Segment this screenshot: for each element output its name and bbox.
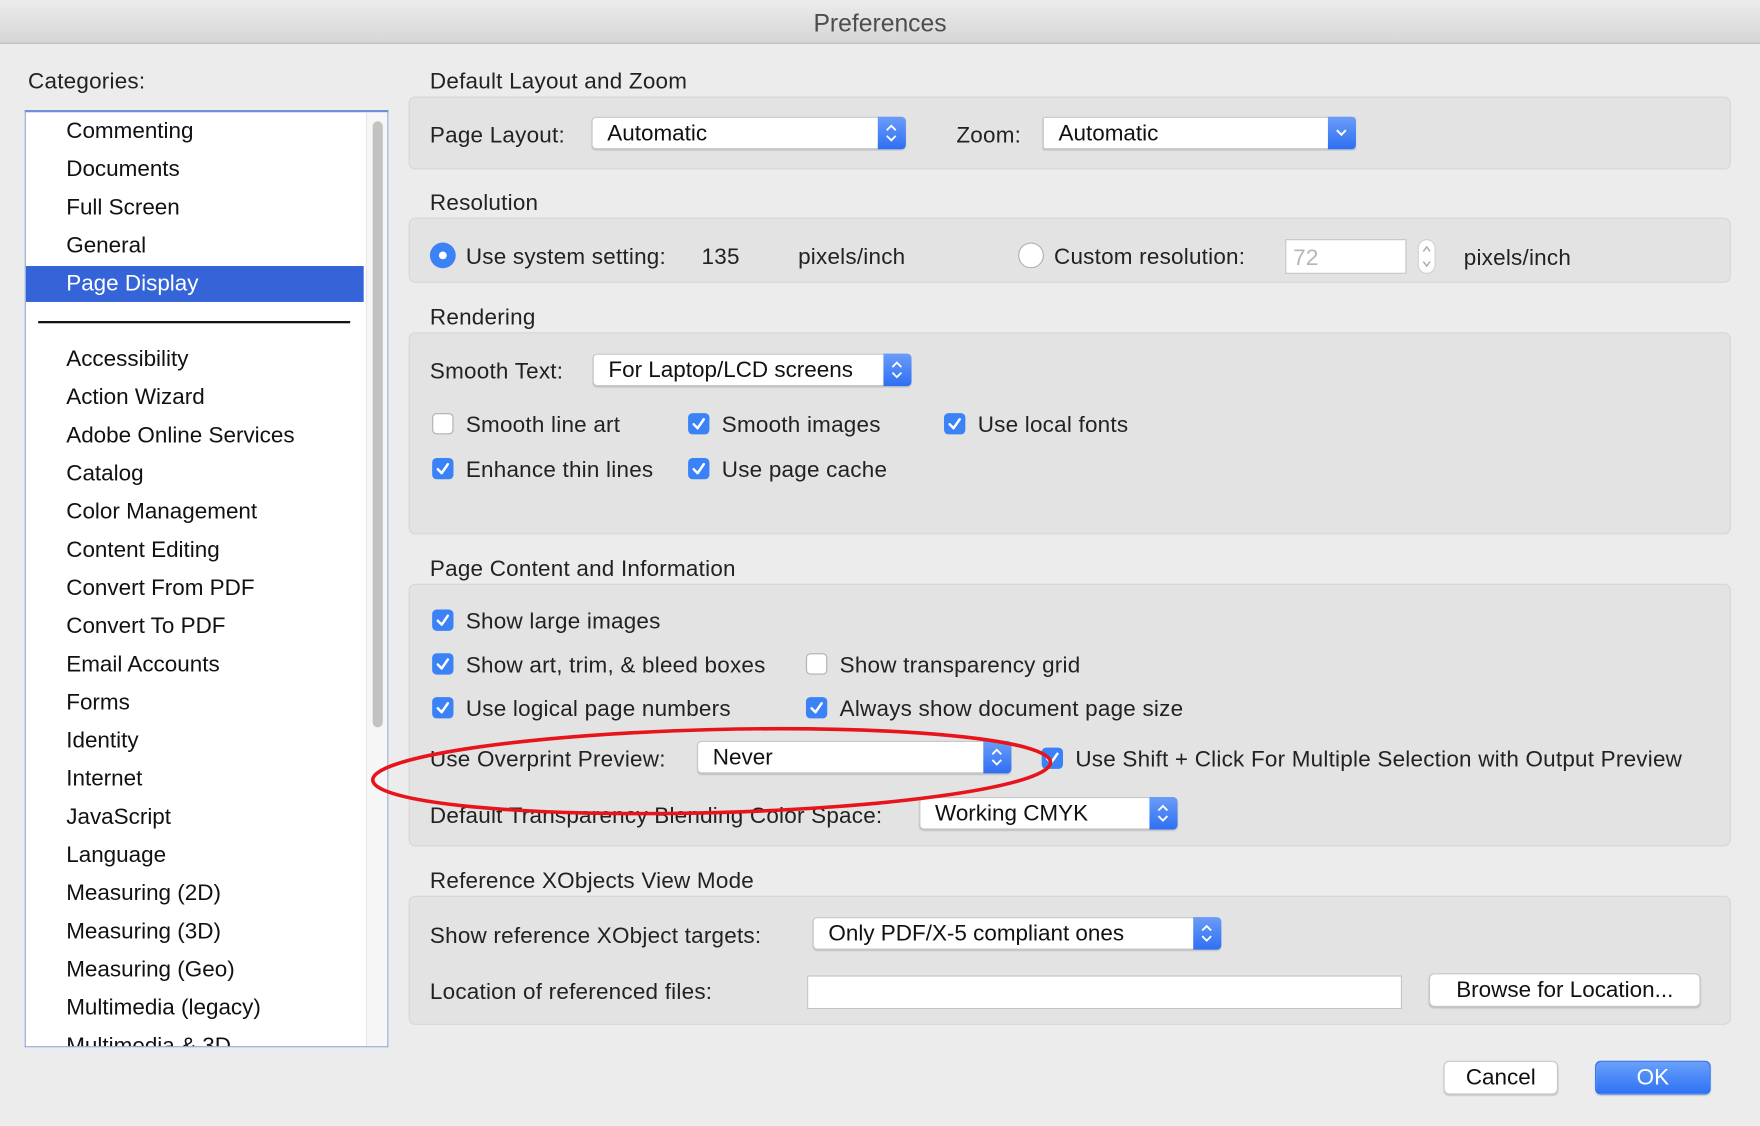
enhance-thin-lines-label: Enhance thin lines — [466, 457, 654, 484]
section-heading-resolution: Resolution — [430, 190, 538, 217]
up-down-chevron-icon — [878, 117, 906, 150]
custom-resolution-input[interactable]: 72 — [1285, 239, 1406, 274]
use-system-setting-label: Use system setting: — [466, 244, 666, 271]
red-annotation-ellipse — [359, 713, 1077, 836]
use-system-setting-radio[interactable] — [430, 242, 456, 268]
show-transparency-grid-checkbox[interactable] — [806, 653, 827, 674]
category-separator — [38, 321, 350, 323]
location-label: Location of referenced files: — [430, 979, 712, 1006]
cancel-button[interactable]: Cancel — [1444, 1061, 1558, 1095]
category-item[interactable]: JavaScript — [26, 799, 364, 835]
resolution-stepper[interactable] — [1418, 239, 1436, 274]
smooth-text-label: Smooth Text: — [430, 358, 563, 385]
category-item[interactable]: Color Management — [26, 494, 364, 530]
custom-resolution-label: Custom resolution: — [1054, 244, 1245, 271]
section-heading-rendering: Rendering — [430, 304, 536, 331]
custom-unit-label: pixels/inch — [1464, 245, 1571, 272]
category-item[interactable]: Convert To PDF — [26, 608, 364, 644]
smooth-images-checkbox[interactable] — [688, 413, 709, 434]
category-item[interactable]: General — [26, 228, 364, 264]
section-heading-layout-zoom: Default Layout and Zoom — [430, 68, 687, 95]
category-item[interactable]: Content Editing — [26, 532, 364, 568]
category-item[interactable]: Full Screen — [26, 190, 364, 226]
zoom-select[interactable]: Automatic — [1043, 117, 1356, 150]
use-page-cache-label: Use page cache — [722, 457, 887, 484]
category-item[interactable]: Convert From PDF — [26, 570, 364, 606]
section-heading-page-content: Page Content and Information — [430, 556, 736, 583]
smooth-text-value: For Laptop/LCD screens — [608, 357, 853, 384]
scrollbar-thumb[interactable] — [373, 121, 383, 727]
window-title: Preferences — [0, 9, 1760, 38]
show-transparency-grid-label: Show transparency grid — [840, 652, 1081, 679]
xobject-targets-label: Show reference XObject targets: — [430, 923, 761, 950]
section-heading-xobjects: Reference XObjects View Mode — [430, 868, 754, 895]
use-local-fonts-checkbox[interactable] — [944, 413, 965, 434]
smooth-images-label: Smooth images — [722, 412, 881, 439]
category-item[interactable]: Adobe Online Services — [26, 418, 364, 454]
use-local-fonts-label: Use local fonts — [978, 412, 1129, 439]
up-down-chevron-icon — [1193, 917, 1221, 950]
category-item[interactable]: Action Wizard — [26, 379, 364, 415]
page-layout-value: Automatic — [607, 120, 707, 147]
smooth-text-select[interactable]: For Laptop/LCD screens — [593, 354, 912, 387]
category-item[interactable]: Email Accounts — [26, 647, 364, 683]
category-item[interactable]: Multimedia & 3D — [26, 1028, 364, 1047]
category-item[interactable]: Identity — [26, 723, 364, 759]
category-item[interactable]: Forms — [26, 685, 364, 721]
category-item[interactable]: Commenting — [26, 113, 364, 149]
zoom-label: Zoom: — [956, 122, 1021, 149]
category-item[interactable]: Measuring (Geo) — [26, 952, 364, 988]
category-item[interactable]: Documents — [26, 152, 364, 188]
custom-resolution-radio[interactable] — [1018, 242, 1044, 268]
scrollbar[interactable] — [366, 112, 387, 1046]
category-item[interactable]: Internet — [26, 761, 364, 797]
browse-for-location-button[interactable]: Browse for Location... — [1429, 973, 1701, 1007]
location-input[interactable] — [807, 975, 1402, 1009]
categories-list[interactable]: CommentingDocumentsFull ScreenGeneralPag… — [25, 110, 389, 1047]
system-resolution-value: 135 — [702, 244, 740, 271]
chevron-down-icon — [1328, 117, 1356, 150]
zoom-value: Automatic — [1059, 120, 1159, 147]
categories-label: Categories: — [28, 68, 145, 95]
category-item[interactable]: Catalog — [26, 456, 364, 492]
category-item[interactable]: Accessibility — [26, 341, 364, 377]
system-unit-label: pixels/inch — [798, 244, 905, 271]
up-down-chevron-icon — [883, 354, 911, 387]
custom-resolution-value: 72 — [1293, 245, 1318, 272]
shift-click-multiple-selection-label: Use Shift + Click For Multiple Selection… — [1075, 746, 1682, 773]
show-art-trim-bleed-label: Show art, trim, & bleed boxes — [466, 652, 766, 679]
show-large-images-label: Show large images — [466, 608, 661, 635]
show-large-images-checkbox[interactable] — [432, 610, 453, 631]
xobject-targets-value: Only PDF/X-5 compliant ones — [828, 920, 1124, 947]
page-layout-select[interactable]: Automatic — [592, 117, 906, 150]
category-item[interactable]: Language — [26, 837, 364, 873]
show-art-trim-bleed-checkbox[interactable] — [432, 653, 453, 674]
xobject-targets-select[interactable]: Only PDF/X-5 compliant ones — [813, 917, 1222, 950]
smooth-line-art-checkbox[interactable] — [432, 413, 453, 434]
page-layout-label: Page Layout: — [430, 122, 565, 149]
ok-button[interactable]: OK — [1595, 1061, 1711, 1095]
enhance-thin-lines-checkbox[interactable] — [432, 458, 453, 479]
category-item[interactable]: Multimedia (legacy) — [26, 990, 364, 1026]
use-page-cache-checkbox[interactable] — [688, 458, 709, 479]
category-item[interactable]: Measuring (3D) — [26, 914, 364, 950]
smooth-line-art-label: Smooth line art — [466, 412, 620, 439]
category-item[interactable]: Measuring (2D) — [26, 876, 364, 912]
up-down-chevron-icon — [1149, 797, 1177, 830]
category-item[interactable]: Page Display — [26, 266, 364, 302]
